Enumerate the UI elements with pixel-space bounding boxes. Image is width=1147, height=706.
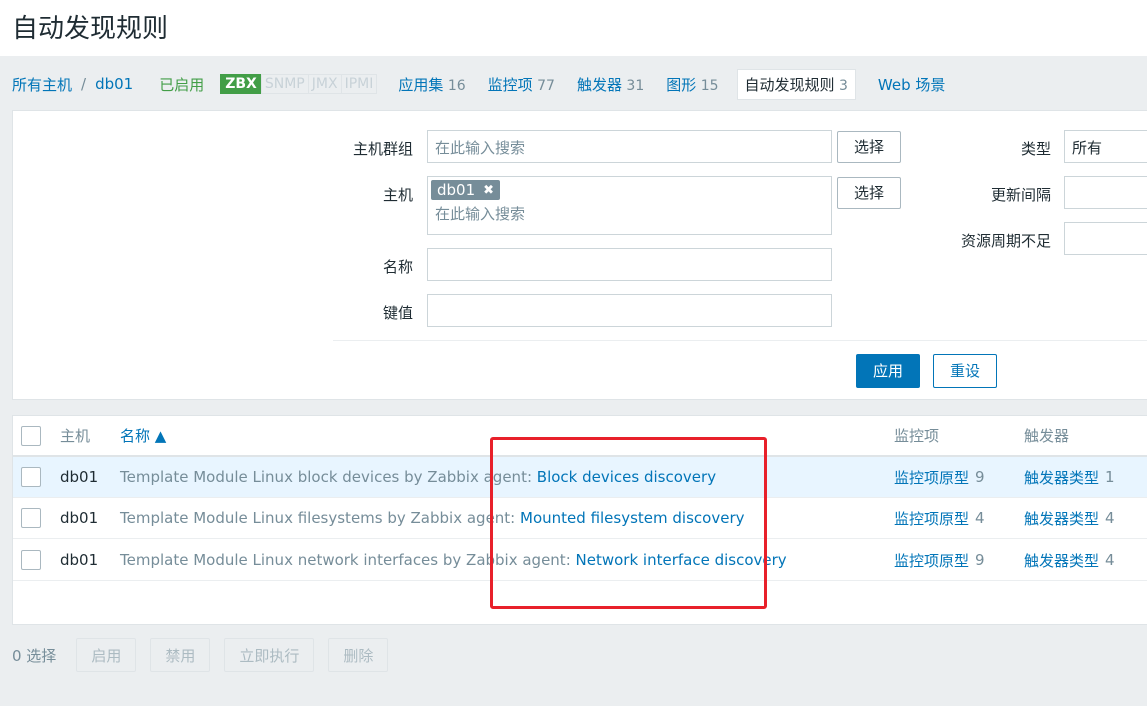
filter-divider	[333, 340, 1147, 341]
mass-action-bar: 0 选择 启用 禁用 立即执行 删除	[12, 638, 402, 672]
tab-items[interactable]: 监控项 77	[488, 74, 555, 95]
tab-discovery-rules-count: 3	[839, 77, 848, 94]
item-prototypes-link[interactable]: 监控项原型	[894, 467, 969, 488]
tab-web-scenarios-label[interactable]: Web 场景	[878, 76, 945, 94]
row-triggers-cell: 触发器类型 4	[1024, 540, 1115, 580]
host-group-select-button[interactable]: 选择	[837, 131, 901, 163]
tab-triggers-count: 31	[626, 77, 645, 94]
row-checkbox-cell	[21, 457, 41, 497]
remove-icon[interactable]: ✖	[483, 183, 494, 198]
host-tag-label: db01	[437, 181, 476, 199]
interval-label: 更新间隔	[990, 186, 1051, 204]
lifetime-input[interactable]	[1064, 222, 1147, 255]
type-select[interactable]: 所有	[1064, 130, 1147, 163]
host-select-button[interactable]: 选择	[837, 177, 901, 209]
breadcrumb-host[interactable]: db01	[95, 75, 133, 93]
enable-button[interactable]: 启用	[76, 638, 137, 672]
row-checkbox-cell	[21, 498, 41, 538]
tab-applications[interactable]: 应用集 16	[398, 74, 465, 95]
trigger-prototypes-link[interactable]: 触发器类型	[1024, 467, 1099, 488]
breadcrumb-all-hosts[interactable]: 所有主机	[12, 74, 72, 95]
item-prototypes-count: 9	[975, 551, 985, 569]
tab-items-count: 77	[537, 77, 555, 94]
tab-triggers[interactable]: 触发器 31	[577, 74, 644, 95]
host-tag: db01 ✖	[431, 180, 501, 200]
item-prototypes-link[interactable]: 监控项原型	[894, 508, 969, 529]
trigger-prototypes-count: 4	[1105, 551, 1115, 569]
host-label: 主机	[382, 186, 413, 204]
tab-applications-label[interactable]: 应用集	[398, 76, 443, 94]
page-header: 自动发现规则	[0, 0, 1147, 56]
column-host: 主机	[60, 427, 91, 445]
filter-panel: 主机群组 在此输入搜索 选择 主机 db01 ✖ 在此输入搜索 选择 名称 键值 …	[12, 110, 1147, 400]
select-all-cell	[21, 416, 41, 455]
availability-jmx: JMX	[307, 74, 342, 94]
lifetime-label: 资源周期不足	[960, 232, 1051, 250]
trigger-prototypes-count: 1	[1105, 468, 1115, 486]
tab-discovery-rules[interactable]: 自动发现规则 3	[736, 68, 856, 100]
column-items: 监控项	[894, 427, 940, 445]
interval-input[interactable]	[1064, 176, 1147, 209]
execute-now-button[interactable]: 立即执行	[224, 638, 315, 672]
template-link[interactable]: Template Module Linux block devices by Z…	[120, 468, 532, 486]
selected-count: 0 选择	[12, 646, 57, 665]
row-checkbox-cell	[21, 540, 41, 580]
row-triggers-cell: 触发器类型 4	[1024, 498, 1115, 538]
select-all-checkbox[interactable]	[21, 425, 41, 446]
tab-discovery-rules-label[interactable]: 自动发现规则	[745, 76, 835, 94]
type-label: 类型	[1020, 140, 1051, 158]
availability-indicators: ZBX SNMP JMX IPMI	[220, 74, 378, 94]
row-checkbox[interactable]	[21, 467, 41, 487]
row-host: db01	[60, 551, 99, 569]
availability-zbx: ZBX	[220, 74, 262, 94]
column-name-sort[interactable]: 名称 ▲	[120, 416, 166, 455]
host-nav-bar: 所有主机 / db01 已启用 ZBX SNMP JMX IPMI 应用集 16…	[12, 68, 945, 100]
trigger-prototypes-link[interactable]: 触发器类型	[1024, 550, 1099, 571]
disable-button[interactable]: 禁用	[150, 638, 211, 672]
reset-button[interactable]: 重设	[933, 354, 997, 388]
host-status-enabled[interactable]: 已启用	[159, 74, 204, 95]
tab-items-label[interactable]: 监控项	[488, 76, 533, 94]
host-multiselect[interactable]: db01 ✖ 在此输入搜索	[427, 176, 832, 235]
row-checkbox[interactable]	[21, 550, 41, 570]
column-triggers: 触发器	[1024, 427, 1070, 445]
breadcrumb-separator: /	[81, 75, 87, 93]
row-items-cell: 监控项原型 9	[894, 457, 985, 497]
row-host: db01	[60, 468, 99, 486]
tab-graphs-count: 15	[700, 77, 719, 94]
availability-ipmi: IPMI	[340, 74, 378, 94]
host-search-placeholder[interactable]: 在此输入搜索	[431, 200, 828, 224]
trigger-prototypes-link[interactable]: 触发器类型	[1024, 508, 1099, 529]
item-prototypes-link[interactable]: 监控项原型	[894, 550, 969, 571]
tab-applications-count: 16	[447, 77, 466, 94]
trigger-prototypes-count: 4	[1105, 509, 1115, 527]
host-group-label: 主机群组	[352, 140, 413, 158]
tab-graphs[interactable]: 图形 15	[666, 74, 718, 95]
delete-button[interactable]: 删除	[328, 638, 389, 672]
name-label: 名称	[382, 258, 413, 276]
name-input[interactable]	[427, 248, 832, 281]
item-prototypes-count: 4	[975, 509, 985, 527]
key-input[interactable]	[427, 294, 832, 327]
row-triggers-cell: 触发器类型 1	[1024, 457, 1115, 497]
row-items-cell: 监控项原型 4	[894, 498, 985, 538]
apply-button[interactable]: 应用	[856, 354, 920, 388]
row-checkbox[interactable]	[21, 508, 41, 528]
host-group-input[interactable]: 在此输入搜索	[427, 130, 832, 163]
row-items-cell: 监控项原型 9	[894, 540, 985, 580]
page-title: 自动发现规则	[12, 14, 169, 44]
availability-snmp: SNMP	[260, 74, 309, 94]
tab-graphs-label[interactable]: 图形	[666, 76, 696, 94]
tab-triggers-label[interactable]: 触发器	[577, 76, 622, 94]
tab-web-scenarios[interactable]: Web 场景	[878, 74, 945, 95]
item-prototypes-count: 9	[975, 468, 985, 486]
annotation-highlight-box	[490, 437, 767, 609]
template-link[interactable]: Template Module Linux filesystems by Zab…	[120, 509, 515, 527]
row-host: db01	[60, 509, 99, 527]
key-label: 键值	[382, 304, 413, 322]
